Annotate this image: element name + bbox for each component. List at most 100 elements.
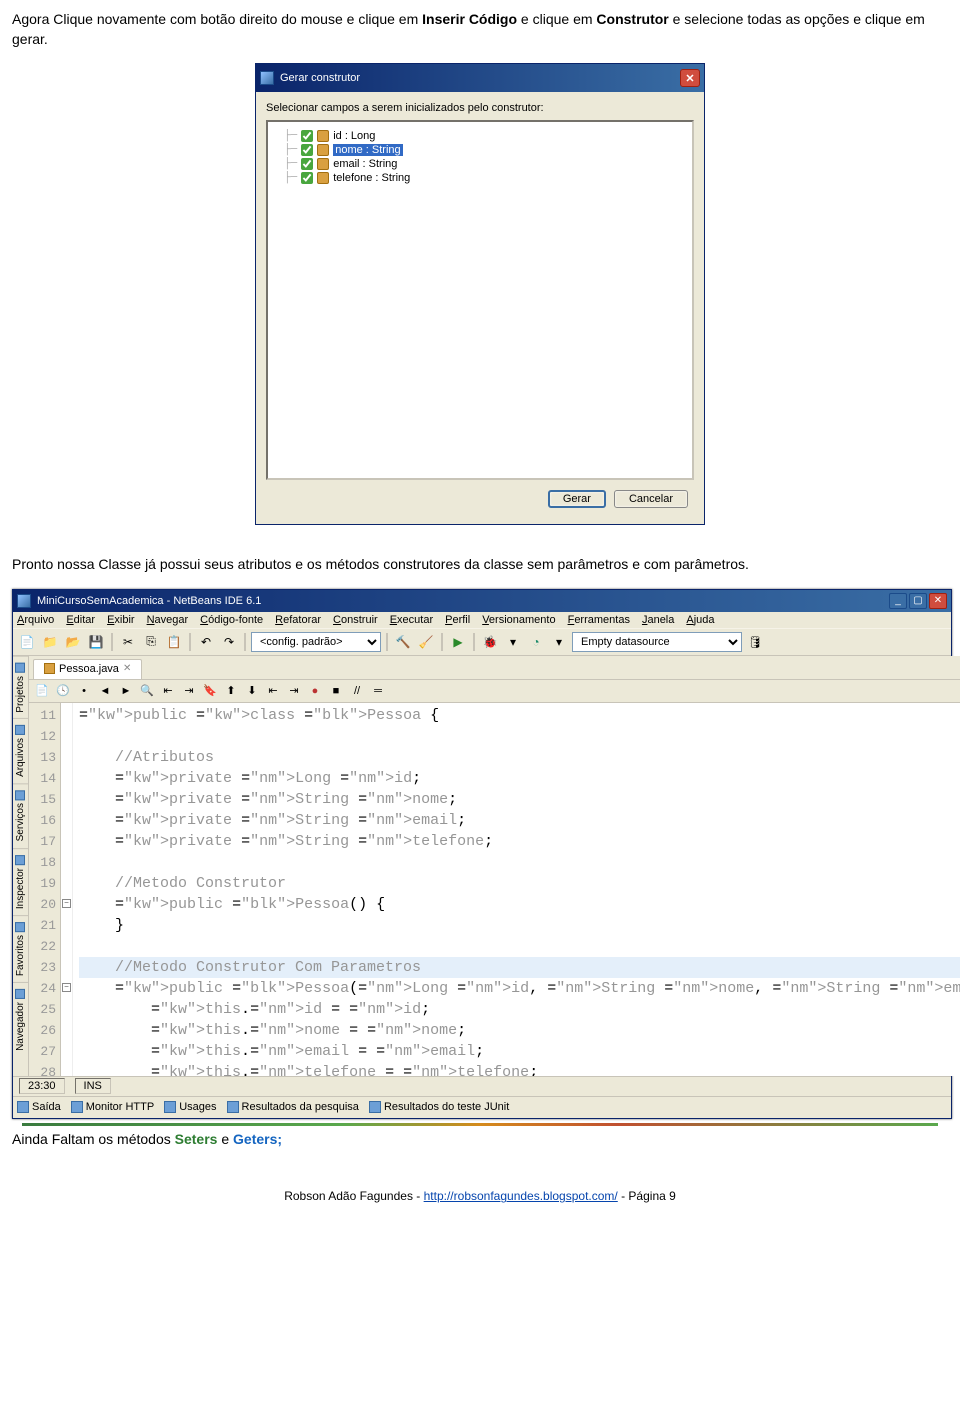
tree-item[interactable]: ├─telefone : String bbox=[284, 172, 686, 184]
maximize-button[interactable]: ▢ bbox=[909, 593, 927, 609]
nav-back-icon[interactable]: ◄ bbox=[96, 682, 114, 700]
close-window-button[interactable]: ✕ bbox=[929, 593, 947, 609]
generate-button[interactable]: Gerar bbox=[548, 490, 606, 508]
tree-item[interactable]: ├─id : Long bbox=[284, 130, 686, 142]
menu-item[interactable]: Código-fonte bbox=[200, 614, 263, 626]
clean-build-icon[interactable]: 🧹 bbox=[416, 632, 436, 652]
tab-icon bbox=[16, 790, 26, 800]
comment-icon[interactable]: // bbox=[348, 682, 366, 700]
toggle-bookmark-icon[interactable]: 🔖 bbox=[201, 682, 219, 700]
output-tab-icon bbox=[227, 1101, 239, 1113]
nav-fwd-icon[interactable]: ► bbox=[117, 682, 135, 700]
menu-item[interactable]: Construir bbox=[333, 614, 378, 626]
tab-icon bbox=[16, 855, 26, 865]
build-icon[interactable]: 🔨 bbox=[393, 632, 413, 652]
open-icon[interactable]: 📂 bbox=[63, 632, 83, 652]
menu-item[interactable]: Refatorar bbox=[275, 614, 321, 626]
field-label: id : Long bbox=[333, 130, 375, 142]
minimize-button[interactable]: _ bbox=[889, 593, 907, 609]
java-file-icon bbox=[44, 663, 55, 674]
bookmark-next-icon[interactable]: ⇥ bbox=[180, 682, 198, 700]
tab-icon bbox=[16, 922, 26, 932]
macro-stop-icon[interactable]: ■ bbox=[327, 682, 345, 700]
copy-icon[interactable]: ⎘ bbox=[141, 632, 161, 652]
uncomment-icon[interactable]: ═ bbox=[369, 682, 387, 700]
cancel-button[interactable]: Cancelar bbox=[614, 490, 688, 508]
menu-item[interactable]: Executar bbox=[390, 614, 433, 626]
config-combo[interactable]: <config. padrão> bbox=[251, 632, 381, 652]
menu-item[interactable]: Arquivo bbox=[17, 614, 54, 626]
tree-item[interactable]: ├─email : String bbox=[284, 158, 686, 170]
insert-mode: INS bbox=[75, 1078, 111, 1094]
menu-item[interactable]: Ajuda bbox=[686, 614, 714, 626]
close-button[interactable]: ✕ bbox=[680, 69, 700, 87]
source-view-icon[interactable]: 📄 bbox=[33, 682, 51, 700]
footer-link[interactable]: http://robsonfagundes.blogspot.com/ bbox=[424, 1189, 618, 1203]
sidebar-tab[interactable]: Navegador bbox=[13, 982, 28, 1057]
output-tab[interactable]: Saída bbox=[17, 1101, 61, 1113]
fold-gutter[interactable]: −− bbox=[61, 703, 73, 1076]
left-sidebar-tabs[interactable]: ProjetosArquivosServiçosInspectorFavorit… bbox=[13, 656, 29, 1076]
profile-dropdown-icon[interactable]: ▾ bbox=[549, 632, 569, 652]
menu-item[interactable]: Versionamento bbox=[482, 614, 555, 626]
run-icon[interactable]: ▶ bbox=[448, 632, 468, 652]
netbeans-icon bbox=[17, 594, 31, 608]
field-checkbox[interactable] bbox=[301, 158, 313, 170]
dialog-instruction: Selecionar campos a serem inicializados … bbox=[266, 102, 694, 114]
new-project-icon[interactable]: 📁 bbox=[40, 632, 60, 652]
output-tab-icon bbox=[17, 1101, 29, 1113]
datasource-combo[interactable]: Empty datasource bbox=[572, 632, 742, 652]
profile-icon[interactable]: ◔ bbox=[526, 632, 546, 652]
sidebar-tab[interactable]: Inspector bbox=[13, 848, 28, 915]
code-editor[interactable]: 11121314151617181920212223242526272829 −… bbox=[29, 703, 960, 1076]
menu-item[interactable]: Perfil bbox=[445, 614, 470, 626]
next-error-icon[interactable]: ⬇ bbox=[243, 682, 261, 700]
sidebar-tab[interactable]: Serviços bbox=[13, 783, 28, 847]
menu-item[interactable]: Exibir bbox=[107, 614, 135, 626]
field-icon bbox=[317, 158, 329, 170]
shift-left-icon[interactable]: ⇤ bbox=[264, 682, 282, 700]
macro-start-icon[interactable]: ● bbox=[306, 682, 324, 700]
menu-item[interactable]: Editar bbox=[66, 614, 95, 626]
field-checkbox[interactable] bbox=[301, 144, 313, 156]
menu-item[interactable]: Navegar bbox=[147, 614, 189, 626]
menu-item[interactable]: Janela bbox=[642, 614, 674, 626]
menu-bar[interactable]: Arquivo Editar Exibir Navegar Código-fonte Re… bbox=[13, 612, 951, 628]
output-tabs[interactable]: Saída Monitor HTTP Usages Resultados da pes… bbox=[13, 1096, 951, 1118]
field-checkbox[interactable] bbox=[301, 172, 313, 184]
sidebar-tab[interactable]: Favoritos bbox=[13, 915, 28, 982]
tab-close-icon[interactable]: ✕ bbox=[123, 663, 131, 674]
prev-error-icon[interactable]: ⬆ bbox=[222, 682, 240, 700]
output-tab[interactable]: Usages bbox=[164, 1101, 216, 1113]
output-tab[interactable]: Resultados do teste JUnit bbox=[369, 1101, 509, 1113]
redo-icon[interactable]: ↷ bbox=[219, 632, 239, 652]
undo-icon[interactable]: ↶ bbox=[196, 632, 216, 652]
shift-right-icon[interactable]: ⇥ bbox=[285, 682, 303, 700]
history-icon[interactable]: 🕓 bbox=[54, 682, 72, 700]
menu-item[interactable]: Ferramentas bbox=[568, 614, 630, 626]
tree-item[interactable]: ├─nome : String bbox=[284, 144, 686, 156]
editor-toolbar[interactable]: 📄 🕓 • ◄ ► 🔍 ⇤ ⇥ 🔖 ⬆ ⬇ ⇤ ⇥ ● ■ // ═ bbox=[29, 680, 960, 703]
output-tab[interactable]: Monitor HTTP bbox=[71, 1101, 154, 1113]
output-tab-icon bbox=[164, 1101, 176, 1113]
fields-tree[interactable]: ├─id : Long ├─nome : String ├─email : Stri… bbox=[266, 120, 694, 480]
debug-dropdown-icon[interactable]: ▾ bbox=[503, 632, 523, 652]
editor-tab-pessoa[interactable]: Pessoa.java ✕ bbox=[33, 659, 142, 679]
find-icon[interactable]: 🔍 bbox=[138, 682, 156, 700]
datasource-action-icon[interactable]: 🛢 bbox=[745, 632, 765, 652]
sidebar-tab[interactable]: Arquivos bbox=[13, 718, 28, 783]
field-checkbox[interactable] bbox=[301, 130, 313, 142]
output-tab[interactable]: Resultados da pesquisa bbox=[227, 1101, 359, 1113]
new-file-icon[interactable]: 📄 bbox=[17, 632, 37, 652]
output-tab-icon bbox=[369, 1101, 381, 1113]
save-all-icon[interactable]: 💾 bbox=[86, 632, 106, 652]
code-area[interactable]: ="kw">public ="kw">class ="blk">Pessoa {… bbox=[73, 703, 960, 1076]
bookmark-prev-icon[interactable]: ⇤ bbox=[159, 682, 177, 700]
sidebar-tab[interactable]: Projetos bbox=[13, 656, 28, 719]
debug-icon[interactable]: 🐞 bbox=[480, 632, 500, 652]
paste-icon[interactable]: 📋 bbox=[164, 632, 184, 652]
fold-toggle[interactable]: − bbox=[62, 983, 71, 992]
cut-icon[interactable]: ✂ bbox=[118, 632, 138, 652]
fold-toggle[interactable]: − bbox=[62, 899, 71, 908]
main-toolbar[interactable]: 📄 📁 📂 💾 ✂ ⎘ 📋 ↶ ↷ <config. padrão> 🔨 🧹 ▶… bbox=[13, 628, 951, 656]
